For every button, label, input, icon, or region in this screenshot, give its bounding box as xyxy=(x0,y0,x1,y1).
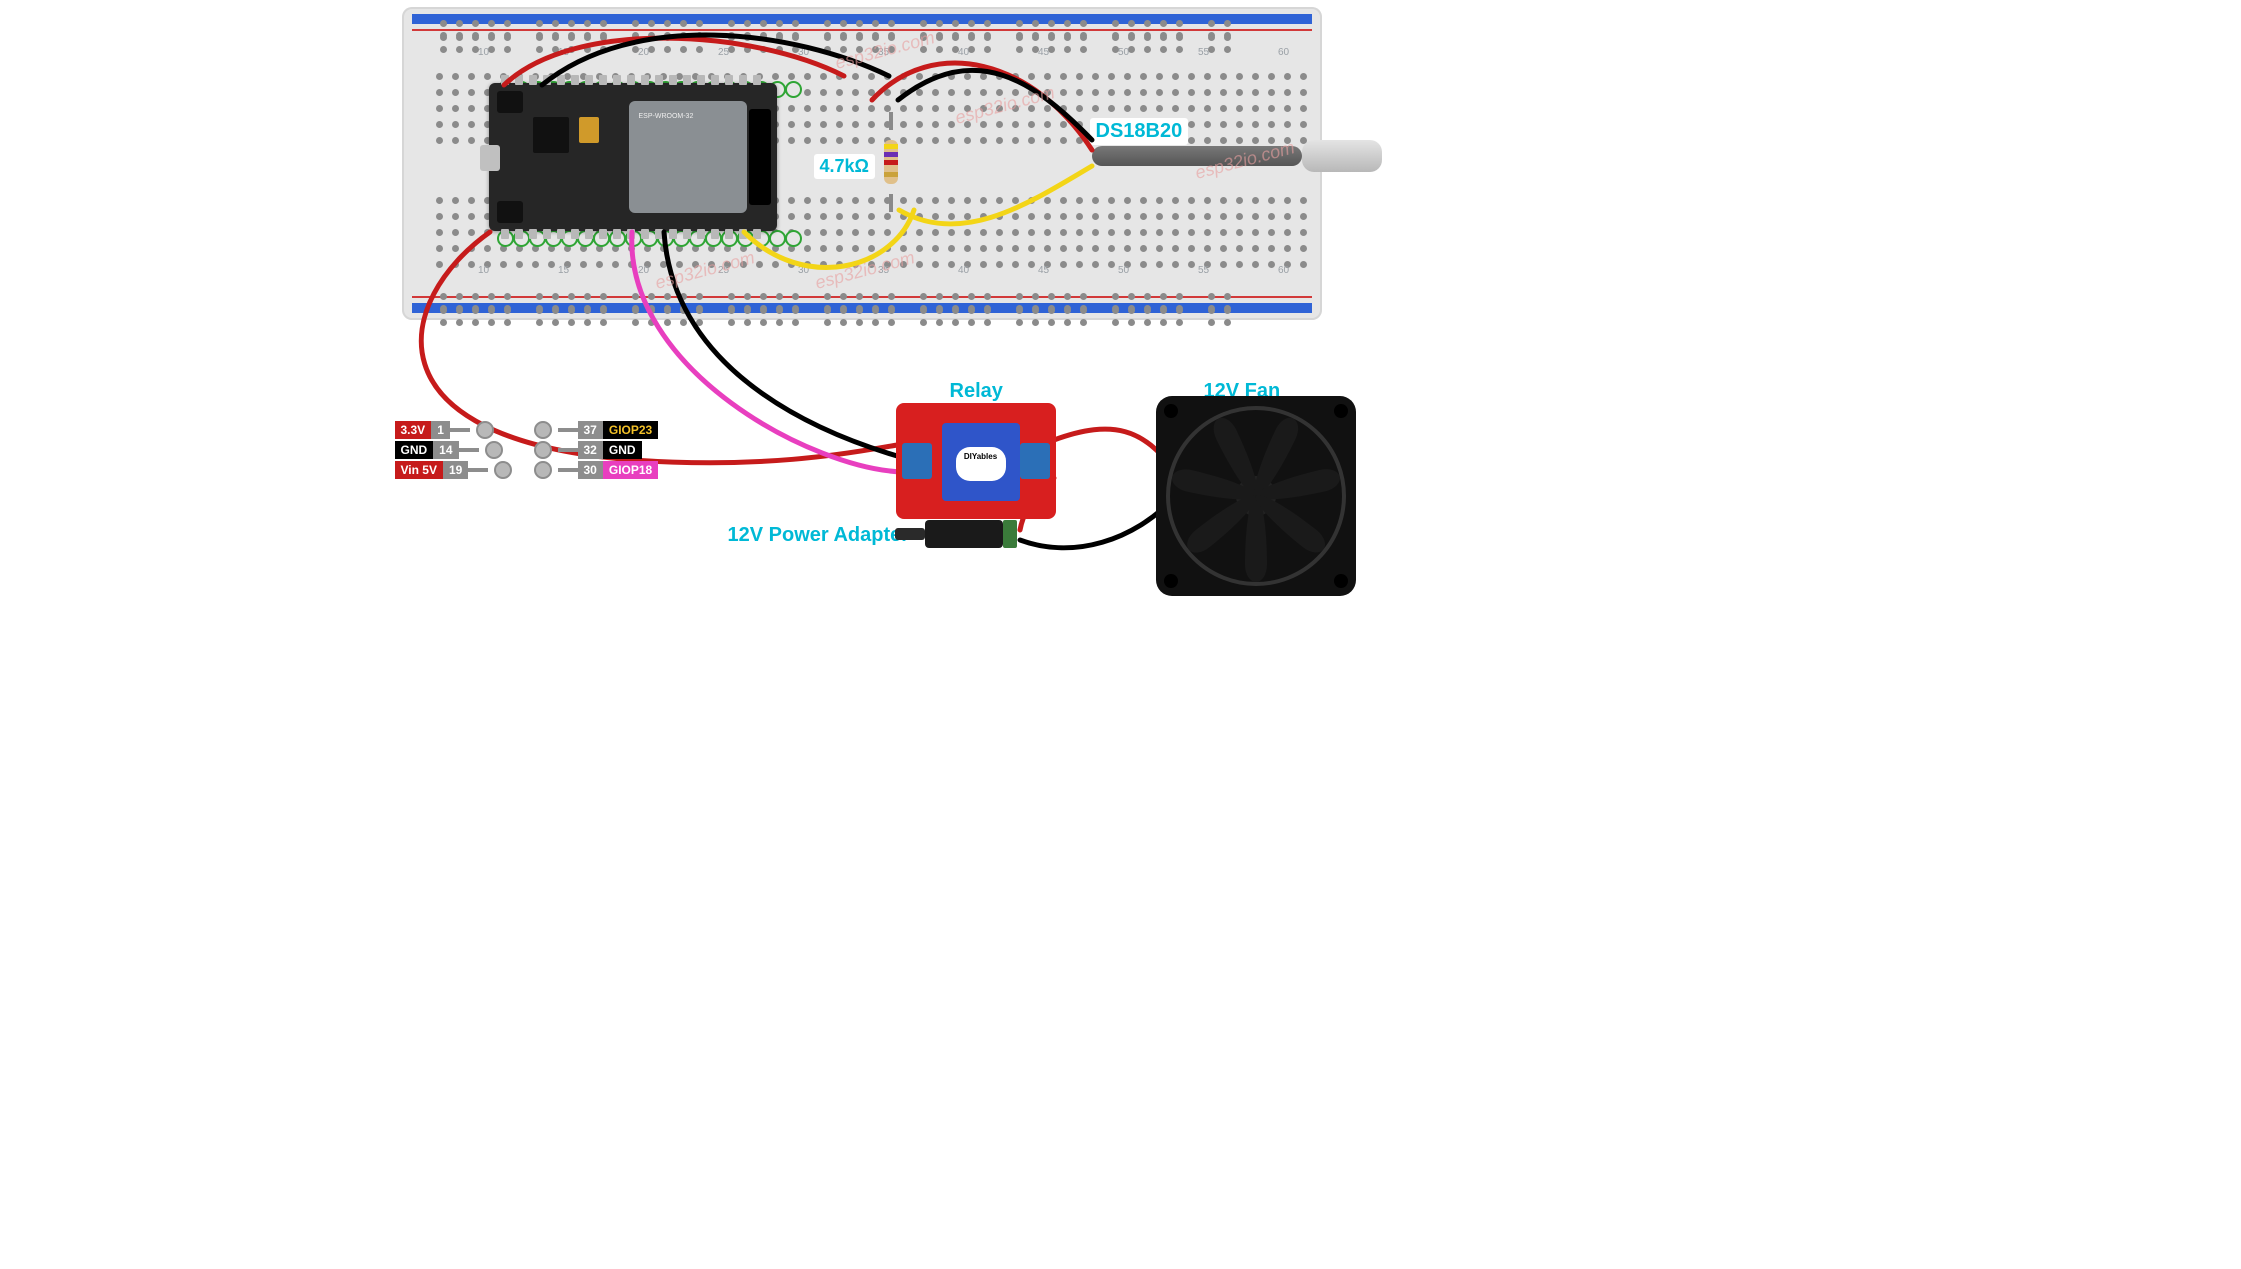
legend-name: GIOP23 xyxy=(603,421,658,439)
relay-input-terminal[interactable] xyxy=(902,443,932,479)
breadboard-col-number: 55 xyxy=(1198,47,1209,58)
dc-barrel-jack[interactable] xyxy=(925,520,1003,548)
esp32-en-button[interactable] xyxy=(497,91,523,113)
legend-name: 3.3V xyxy=(395,421,432,439)
legend-row: 32GND xyxy=(528,441,659,459)
dc-jack-screw-terminal[interactable] xyxy=(1003,520,1017,548)
pin-legend-right: 37GIOP2332GND30GIOP18 xyxy=(528,419,659,481)
breadboard-col-number: 15 xyxy=(558,265,569,276)
esp32-shield-label: ESP-WROOM-32 xyxy=(639,113,694,120)
resistor-label: 4.7kΩ xyxy=(814,154,875,179)
relay-output-terminal[interactable] xyxy=(1020,443,1050,479)
breadboard-col-number: 15 xyxy=(558,47,569,58)
cooling-fan xyxy=(1156,396,1356,596)
legend-name: GND xyxy=(603,441,642,459)
pin-legend-left: 3.3V1 GND14 Vin 5V19 xyxy=(395,419,519,481)
breadboard-col-number: 60 xyxy=(1278,265,1289,276)
esp32-pinrow-top xyxy=(501,75,765,85)
legend-row: GND14 xyxy=(395,441,519,459)
power-adapter-label: 12V Power Adapter xyxy=(722,522,916,549)
legend-peg-icon xyxy=(534,421,552,439)
esp32-usb-port[interactable] xyxy=(480,145,500,171)
breadboard-col-number: 10 xyxy=(478,47,489,58)
ds18b20-label: DS18B20 xyxy=(1090,118,1189,145)
ds18b20-tip xyxy=(1302,140,1382,172)
breadboard-col-number: 50 xyxy=(1118,47,1129,58)
legend-row: Vin 5V19 xyxy=(395,461,519,479)
relay-module: DIYables xyxy=(896,403,1056,519)
breadboard-col-number: 30 xyxy=(798,265,809,276)
breadboard-col-number: 20 xyxy=(638,47,649,58)
breadboard-col-number: 25 xyxy=(718,47,729,58)
esp32-capacitor xyxy=(579,117,599,143)
breadboard-col-number: 40 xyxy=(958,47,969,58)
legend-name: GIOP18 xyxy=(603,461,658,479)
legend-peg-icon xyxy=(485,441,503,459)
pullup-resistor xyxy=(884,130,898,194)
legend-pin: 30 xyxy=(578,461,603,479)
legend-peg-icon xyxy=(494,461,512,479)
legend-name: Vin 5V xyxy=(395,461,443,479)
legend-peg-icon xyxy=(534,461,552,479)
legend-pin: 19 xyxy=(443,461,468,479)
legend-name: GND xyxy=(395,441,434,459)
breadboard-col-number: 30 xyxy=(798,47,809,58)
breadboard-col-number: 55 xyxy=(1198,265,1209,276)
legend-row: 3.3V1 xyxy=(395,421,519,439)
breadboard-col-number: 60 xyxy=(1278,47,1289,58)
legend-peg-icon xyxy=(476,421,494,439)
breadboard-col-number: 10 xyxy=(478,265,489,276)
power-rail-top-pos xyxy=(412,29,1312,31)
esp32-pinrow-bot xyxy=(501,229,765,239)
legend-pin: 32 xyxy=(578,441,603,459)
esp32-io0-button[interactable] xyxy=(497,201,523,223)
relay-brand-badge: DIYables xyxy=(956,447,1006,481)
legend-pin: 37 xyxy=(578,421,603,439)
breadboard-col-number: 20 xyxy=(638,265,649,276)
legend-row: 30GIOP18 xyxy=(528,461,659,479)
legend-row: 37GIOP23 xyxy=(528,421,659,439)
breadboard-col-number: 45 xyxy=(1038,265,1049,276)
legend-peg-icon xyxy=(534,441,552,459)
wiring-diagram: 1010151520202525303035354040454550505555… xyxy=(374,0,1868,846)
legend-pin: 1 xyxy=(431,421,450,439)
relay-label: Relay xyxy=(944,378,1009,405)
breadboard-col-number: 50 xyxy=(1118,265,1129,276)
esp32-board: ESP-WROOM-32 xyxy=(489,83,777,231)
legend-pin: 14 xyxy=(433,441,458,459)
breadboard-col-number: 45 xyxy=(1038,47,1049,58)
breadboard-col-number: 40 xyxy=(958,265,969,276)
esp32-uart-chip xyxy=(533,117,569,153)
